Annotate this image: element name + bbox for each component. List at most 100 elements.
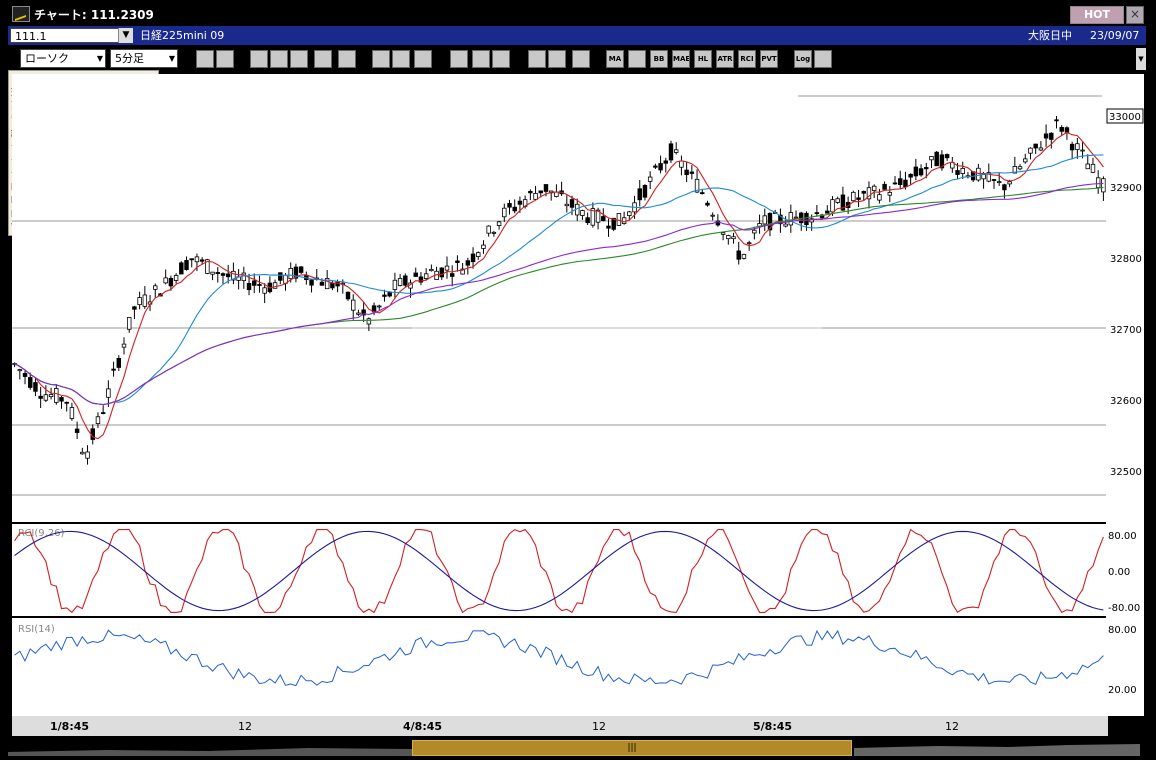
candle-body [955,170,960,175]
candle-body [22,373,28,377]
candle-body [621,217,627,224]
candle-body [668,143,674,161]
candle-body [1033,143,1038,149]
candle-body [981,174,986,180]
arrow-icon[interactable] [392,50,410,68]
candle-body [132,306,137,310]
chart-app-icon [12,6,30,22]
candle-body [173,275,179,281]
candle-body [210,271,215,275]
ma-icon[interactable]: MA [606,50,624,68]
price-tick-label: 32700 [1110,325,1142,336]
candle-body [319,281,325,286]
rci-icon[interactable]: RCI [738,50,756,68]
candle-icon[interactable] [450,50,468,68]
price-tick-label: 32900 [1110,183,1142,194]
candle-body [382,294,387,297]
candle-body [366,318,372,325]
candle-body [814,212,820,214]
candle-body [710,214,715,217]
levels-icon[interactable] [290,50,308,68]
candle-body [356,312,361,315]
chevron-down-icon: ▼ [96,54,103,63]
candle-body [1054,119,1059,122]
x-tick-label: 12 [238,720,252,733]
log-icon[interactable]: Log [794,50,812,68]
candle-body [538,190,543,194]
candle-body [1038,147,1044,151]
zoom-icon[interactable] [196,50,214,68]
current-price-label: 33000 [1109,112,1141,123]
period-select[interactable]: 5分足 ▼ [110,49,178,68]
rsi-panel [12,618,1106,716]
fib-icon[interactable] [270,50,288,68]
bb-icon[interactable]: BB [650,50,668,68]
rci-tick-label: 0.00 [1108,567,1130,578]
all-icon[interactable] [492,50,510,68]
price-tick-label: 32500 [1110,467,1142,478]
candle-body [179,262,184,275]
candle2-icon[interactable] [472,50,490,68]
candle-body [689,171,695,174]
x-tick-label: 5/8:45 [753,720,793,733]
candle-body [111,368,116,371]
mae-icon[interactable]: MAE [672,50,690,68]
candle-body [861,191,866,194]
candle-body [1075,143,1080,150]
candle-body [439,267,445,278]
chart-area[interactable]: 32500326003270032800329003300033000RCI(9… [12,74,1144,716]
candle-body [991,179,997,181]
candle-body [1007,181,1012,185]
crosshair-icon[interactable] [216,50,234,68]
candle-body [262,287,267,294]
hot-button[interactable]: HOT [1070,6,1124,24]
candle-body [126,317,132,330]
candle-body [877,194,882,201]
atr-icon[interactable]: ATR [716,50,734,68]
chart-type-select[interactable]: ローソク ▼ [20,49,106,68]
candle-body [882,183,887,190]
symbol-dropdown-icon[interactable]: ▼ [118,28,133,43]
drawline-icon[interactable] [250,50,268,68]
save-icon[interactable] [814,50,832,68]
candle-body [1023,158,1028,163]
wrench-icon[interactable] [548,50,566,68]
candle-body [1017,166,1023,170]
candle-body [762,215,767,225]
scroll-thumb[interactable]: ||| [412,740,852,756]
candle-body [564,203,570,207]
alert-icon[interactable] [338,50,356,68]
candle-body [1069,143,1075,151]
hl-icon[interactable]: HL [694,50,712,68]
palette-icon[interactable] [572,50,590,68]
period-value: 5分足 [115,52,144,65]
candle-body [637,188,642,201]
mr-icon[interactable] [628,50,646,68]
fill-icon[interactable] [414,50,432,68]
candle-body [1049,132,1054,140]
price-chart-svg[interactable]: 32500326003270032800329003300033000RCI(9… [12,74,1144,716]
toolbar-scroll-icon[interactable]: ▼ [1136,48,1146,70]
symbol-code-input[interactable]: 111.1 [10,28,132,43]
candle-body [252,280,257,286]
candle-body [528,190,533,194]
candle-body [1080,149,1085,152]
settings-icon[interactable] [528,50,546,68]
candle-body [835,198,840,203]
candle-body [100,412,106,414]
candle-body [856,197,861,200]
candle-body [606,225,611,229]
candle-body [444,265,450,271]
candle-body [502,207,507,218]
candle-body [887,192,893,196]
bars-icon[interactable] [314,50,332,68]
candle-body [163,277,168,284]
close-button[interactable]: × [1126,6,1144,24]
pen-icon[interactable] [372,50,390,68]
candle-body [278,272,283,281]
candle-body [33,382,38,392]
candle-body [476,252,481,257]
pvt-icon[interactable]: PVT [760,50,778,68]
candle-body [455,260,460,264]
candle-body [38,395,43,399]
